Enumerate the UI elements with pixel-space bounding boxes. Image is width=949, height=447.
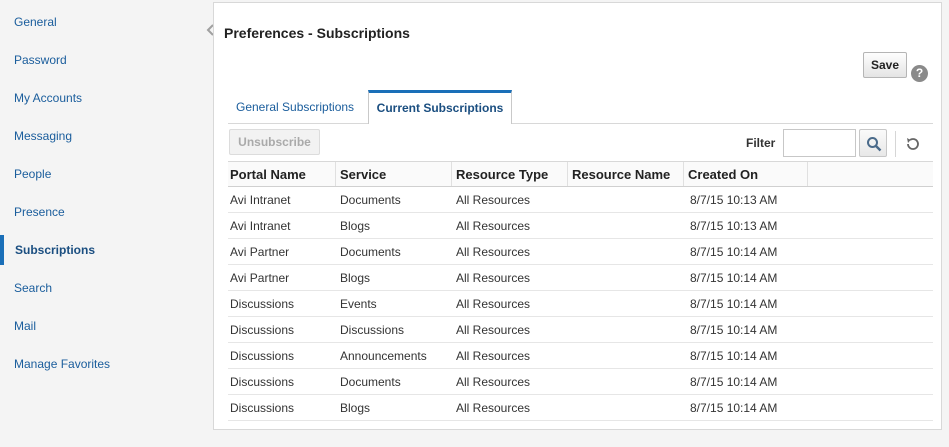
cell-resource-type: All Resources (456, 323, 531, 337)
cell-resource-type: All Resources (456, 401, 531, 415)
cell-resource-name (568, 369, 684, 394)
cell-service: Documents (340, 375, 401, 389)
sidebar-item-presence[interactable]: Presence (0, 197, 205, 227)
cell-created-on: 8/7/15 10:14 AM (690, 323, 778, 337)
column-header-created-on[interactable]: Created On (684, 162, 808, 186)
cell-portal-name: Avi Intranet (230, 219, 291, 233)
table-row[interactable]: Discussions Events All Resources 8/7/15 … (228, 291, 933, 317)
cell-resource-type: All Resources (456, 349, 531, 363)
table-row[interactable]: Avi Partner Documents All Resources 8/7/… (228, 239, 933, 265)
unsubscribe-button[interactable]: Unsubscribe (229, 129, 320, 155)
table-row[interactable]: Avi Intranet Documents All Resources 8/7… (228, 187, 933, 213)
page-title: Preferences - Subscriptions (224, 25, 410, 41)
cell-portal-name: Discussions (230, 375, 295, 389)
cell-resource-type: All Resources (456, 219, 531, 233)
cell-resource-name (568, 317, 684, 342)
cell-resource-name (568, 395, 684, 420)
tab-bar: General Subscriptions Current Subscripti… (228, 90, 933, 124)
cell-created-on: 8/7/15 10:14 AM (690, 271, 778, 285)
preferences-panel: Preferences - Subscriptions Save ? Gener… (213, 2, 942, 430)
sidebar-item-my-accounts[interactable]: My Accounts (0, 83, 205, 113)
cell-resource-name (568, 239, 684, 264)
table-header: Portal Name Service Resource Type Resour… (228, 161, 933, 187)
cell-resource-type: All Resources (456, 271, 531, 285)
cell-portal-name: Avi Partner (230, 271, 290, 285)
cell-portal-name: Discussions (230, 349, 295, 363)
cell-resource-name (568, 291, 684, 316)
refresh-icon[interactable] (904, 135, 922, 153)
cell-created-on: 8/7/15 10:14 AM (690, 375, 778, 389)
save-button[interactable]: Save (863, 52, 907, 78)
cell-created-on: 8/7/15 10:14 AM (690, 401, 778, 415)
table-row[interactable]: Discussions Announcements All Resources … (228, 343, 933, 369)
sidebar-item-search[interactable]: Search (0, 273, 205, 303)
cell-portal-name: Avi Intranet (230, 193, 291, 207)
help-icon[interactable]: ? (911, 65, 928, 82)
tab-divider (228, 123, 933, 124)
toolbar-separator (895, 131, 896, 157)
table-row[interactable]: Avi Partner Blogs All Resources 8/7/15 1… (228, 265, 933, 291)
table-row[interactable]: Discussions Documents All Resources 8/7/… (228, 369, 933, 395)
cell-service: Documents (340, 245, 401, 259)
cell-resource-type: All Resources (456, 245, 531, 259)
filter-input[interactable] (783, 129, 856, 157)
cell-resource-type: All Resources (456, 193, 531, 207)
sidebar-item-people[interactable]: People (0, 159, 205, 189)
filter-label: Filter (746, 136, 776, 150)
sidebar-item-general[interactable]: General (0, 7, 205, 37)
sidebar-item-messaging[interactable]: Messaging (0, 121, 205, 151)
cell-created-on: 8/7/15 10:14 AM (690, 297, 778, 311)
search-icon (867, 137, 882, 152)
column-header-resource-type[interactable]: Resource Type (452, 162, 568, 186)
cell-resource-name (568, 265, 684, 290)
cell-portal-name: Discussions (230, 323, 295, 337)
sidebar-item-mail[interactable]: Mail (0, 311, 205, 341)
tab-general-subscriptions[interactable]: General Subscriptions (228, 90, 368, 124)
cell-resource-type: All Resources (456, 297, 531, 311)
cell-created-on: 8/7/15 10:13 AM (690, 219, 778, 233)
cell-created-on: 8/7/15 10:13 AM (690, 193, 778, 207)
cell-service: Blogs (340, 219, 371, 233)
table-row[interactable]: Avi Intranet Blogs All Resources 8/7/15 … (228, 213, 933, 239)
cell-service: Events (340, 297, 377, 311)
cell-portal-name: Discussions (230, 401, 295, 415)
cell-resource-name (568, 343, 684, 368)
cell-service: Blogs (340, 271, 371, 285)
table-row[interactable]: Discussions Blogs All Resources 8/7/15 1… (228, 395, 933, 421)
cell-created-on: 8/7/15 10:14 AM (690, 349, 778, 363)
table-row[interactable]: Discussions Discussions All Resources 8/… (228, 317, 933, 343)
filter-search-button[interactable] (859, 129, 887, 157)
cell-resource-name (568, 213, 684, 238)
column-header-service[interactable]: Service (336, 162, 452, 186)
sidebar-item-subscriptions[interactable]: Subscriptions (0, 235, 205, 265)
cell-service: Discussions (340, 323, 405, 337)
cell-service: Blogs (340, 401, 371, 415)
sidebar: General Password My Accounts Messaging P… (0, 0, 205, 447)
column-header-portal-name[interactable]: Portal Name (228, 162, 336, 186)
cell-portal-name: Discussions (230, 297, 295, 311)
cell-resource-name (568, 187, 684, 212)
sidebar-item-password[interactable]: Password (0, 45, 205, 75)
subscriptions-table: Portal Name Service Resource Type Resour… (228, 161, 933, 421)
sidebar-item-manage-favorites[interactable]: Manage Favorites (0, 349, 205, 379)
cell-portal-name: Avi Partner (230, 245, 290, 259)
column-header-resource-name[interactable]: Resource Name (568, 162, 684, 186)
tab-current-subscriptions[interactable]: Current Subscriptions (368, 90, 512, 124)
cell-resource-type: All Resources (456, 375, 531, 389)
cell-service: Announcements (340, 349, 427, 363)
cell-service: Documents (340, 193, 401, 207)
cell-created-on: 8/7/15 10:14 AM (690, 245, 778, 259)
